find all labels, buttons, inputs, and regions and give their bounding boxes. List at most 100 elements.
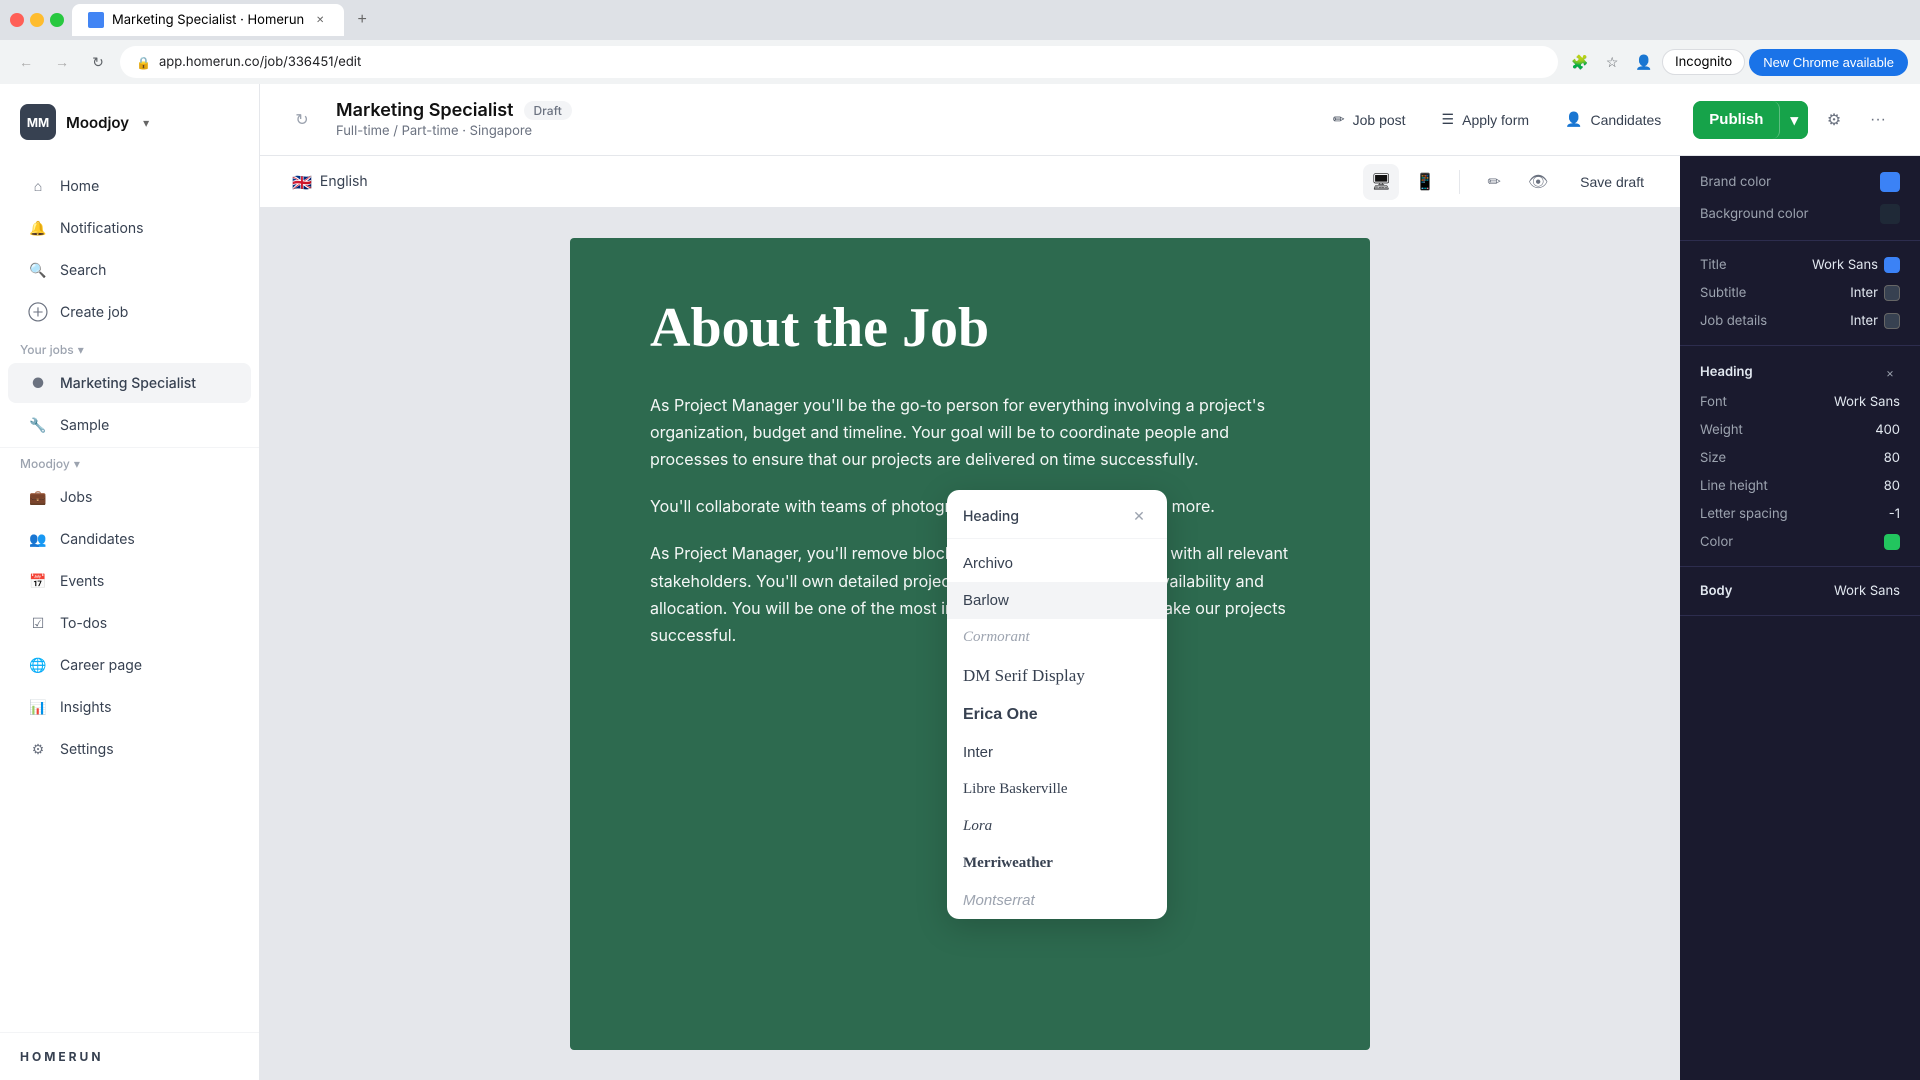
sidebar-footer: HOMERUN (0, 1032, 259, 1080)
tab-apply-form[interactable]: ☰ Apply form (1426, 103, 1545, 136)
tab-close-btn[interactable]: ✕ (312, 12, 328, 28)
language-selector[interactable]: 🇬🇧 English (280, 166, 380, 198)
font-item-barlow[interactable]: Barlow (947, 582, 1167, 619)
subtitle-font-value: Inter (1850, 285, 1878, 301)
window-minimize-btn[interactable] (30, 13, 44, 27)
lock-icon: 🔒 (136, 55, 151, 70)
font-item-montserrat[interactable]: Montserrat (947, 882, 1167, 919)
subtitle-font-row: Subtitle Inter (1700, 285, 1900, 301)
moodjoy-chevron-icon: ▾ (74, 456, 80, 471)
heading-section-title: Heading (1700, 364, 1753, 380)
more-options-btn[interactable]: ··· (1860, 102, 1896, 138)
heading-color-swatch[interactable] (1884, 534, 1900, 550)
new-tab-button[interactable]: + (348, 6, 376, 34)
body-row: Body Work Sans (1700, 583, 1900, 599)
title-font-row: Title Work Sans (1700, 257, 1900, 273)
flag-icon: 🇬🇧 (292, 172, 312, 192)
new-chrome-button[interactable]: New Chrome available (1749, 49, 1908, 76)
tab-candidates[interactable]: 👤 Candidates (1549, 103, 1677, 136)
header-actions: Publish ▾ ⚙ ··· (1693, 101, 1896, 139)
job-details-row: Job details Inter (1700, 313, 1900, 329)
size-value: 80 (1884, 450, 1900, 466)
font-item-libre-baskerville[interactable]: Libre Baskerville (947, 771, 1167, 808)
extensions-btn[interactable]: 🧩 (1566, 48, 1594, 76)
mobile-view-btn[interactable]: 📱 (1407, 164, 1443, 200)
job-page-title: About the Job (650, 298, 1290, 360)
refresh-button[interactable]: ↻ (84, 48, 112, 76)
sidebar-item-career-page[interactable]: 🌐 Career page (8, 645, 251, 685)
font-item-erica-one[interactable]: Erica One (947, 696, 1167, 734)
font-item-merriweather[interactable]: Merriweather (947, 845, 1167, 882)
font-dropdown-list: Archivo Barlow Cormorant DM Serif Displa… (947, 539, 1167, 919)
sidebar-item-home[interactable]: ⌂ Home (8, 166, 251, 206)
sync-button[interactable]: ↻ (284, 102, 320, 138)
font-item-dm-serif[interactable]: DM Serif Display (947, 656, 1167, 696)
publish-button[interactable]: Publish (1693, 101, 1780, 139)
forward-button[interactable]: → (48, 48, 76, 76)
font-item-archivo[interactable]: Archivo (947, 545, 1167, 582)
preview-mode-btn[interactable]: 👁 (1520, 164, 1556, 200)
font-row-label: Font (1700, 394, 1727, 410)
canvas-toolbar: 🇬🇧 English 🖥 📱 ✏ 👁 Save draft (260, 156, 1680, 208)
title-color-swatch[interactable] (1884, 257, 1900, 273)
line-height-value: 80 (1884, 478, 1900, 494)
title-font-label: Title (1700, 257, 1727, 273)
subtitle-color-swatch[interactable] (1884, 285, 1900, 301)
font-dropdown-header: Heading ✕ (947, 490, 1167, 539)
job-meta: Full-time / Part-time · Singapore (336, 123, 1301, 139)
window-controls (10, 13, 64, 27)
candidates-tab-icon: 👤 (1565, 111, 1582, 128)
font-item-inter[interactable]: Inter (947, 734, 1167, 771)
sidebar-item-jobs[interactable]: 💼 Jobs (8, 477, 251, 517)
window-close-btn[interactable] (10, 13, 24, 27)
heading-close-btn[interactable]: × (1880, 362, 1900, 382)
sidebar-item-todos[interactable]: ☑ To-dos (8, 603, 251, 643)
sidebar-item-marketing-specialist[interactable]: ● Marketing Specialist (8, 363, 251, 403)
job-details-font-value: Inter (1850, 313, 1878, 329)
language-label: English (320, 173, 368, 190)
job-info: Marketing Specialist Draft Full-time / P… (336, 100, 1301, 139)
sidebar-item-sample[interactable]: 🔧 Sample (8, 405, 251, 445)
active-tab[interactable]: Marketing Specialist · Homerun ✕ (72, 4, 344, 36)
publish-btn-group: Publish ▾ (1693, 101, 1808, 139)
sidebar-item-candidates[interactable]: 👥 Candidates (8, 519, 251, 559)
url-text: app.homerun.co/job/336451/edit (159, 54, 361, 70)
save-draft-button[interactable]: Save draft (1564, 166, 1660, 198)
background-color-swatch[interactable] (1880, 204, 1900, 224)
sidebar-item-insights[interactable]: 📊 Insights (8, 687, 251, 727)
sidebar-item-notifications[interactable]: 🔔 Notifications (8, 208, 251, 248)
letter-spacing-row: Letter spacing -1 (1700, 506, 1900, 522)
career-page-icon: 🌐 (28, 655, 48, 675)
brand-color-swatch[interactable] (1880, 172, 1900, 192)
edit-mode-btn[interactable]: ✏ (1476, 164, 1512, 200)
incognito-button[interactable]: Incognito (1662, 49, 1745, 75)
sidebar-item-events[interactable]: 📅 Events (8, 561, 251, 601)
job-details-color-swatch[interactable] (1884, 313, 1900, 329)
candidates-icon: 👥 (28, 529, 48, 549)
font-item-lora[interactable]: Lora (947, 808, 1167, 845)
sidebar-logo-area: MM Moodjoy ▾ (0, 84, 259, 156)
font-dropdown-close-btn[interactable]: ✕ (1127, 504, 1151, 528)
profile-btn[interactable]: 👤 (1630, 48, 1658, 76)
window-maximize-btn[interactable] (50, 13, 64, 27)
sidebar-item-settings[interactable]: ⚙ Settings (8, 729, 251, 769)
sample-icon: 🔧 (28, 415, 48, 435)
sidebar-item-create-job[interactable]: ⊕ Create job (8, 292, 251, 332)
settings-header-btn[interactable]: ⚙ (1816, 102, 1852, 138)
nav-label-notifications: Notifications (60, 220, 144, 237)
tab-job-post[interactable]: ✏ Job post (1317, 103, 1422, 136)
publish-dropdown-btn[interactable]: ▾ (1780, 101, 1808, 139)
font-item-cormorant[interactable]: Cormorant (947, 619, 1167, 656)
desktop-view-btn[interactable]: 🖥 (1363, 164, 1399, 200)
sidebar-nav: ⌂ Home 🔔 Notifications 🔍 Search ⊕ Create… (0, 156, 259, 1032)
back-button[interactable]: ← (12, 48, 40, 76)
background-color-row: Background color (1700, 204, 1900, 224)
nav-label-create-job: Create job (60, 304, 128, 321)
tab-candidates-label: Candidates (1590, 112, 1661, 128)
url-bar[interactable]: 🔒 app.homerun.co/job/336451/edit (120, 46, 1558, 78)
sidebar-item-search[interactable]: 🔍 Search (8, 250, 251, 290)
search-icon: 🔍 (28, 260, 48, 280)
bookmark-btn[interactable]: ☆ (1598, 48, 1626, 76)
header-tabs: ✏ Job post ☰ Apply form 👤 Candidates (1317, 103, 1677, 136)
company-chevron-icon[interactable]: ▾ (143, 115, 149, 130)
